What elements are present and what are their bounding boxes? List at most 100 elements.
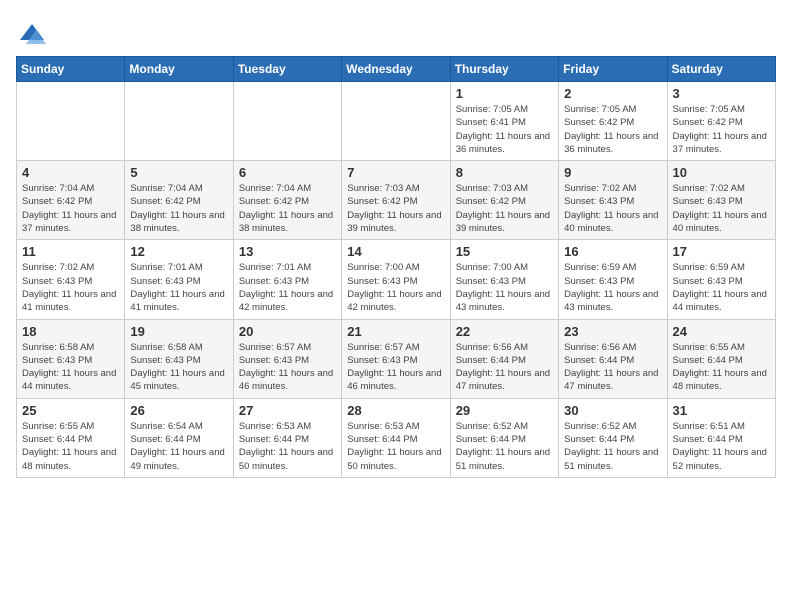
day-info: Sunrise: 6:59 AMSunset: 6:43 PMDaylight:…: [564, 261, 661, 314]
day-number: 7: [347, 165, 444, 180]
day-info: Sunrise: 6:57 AMSunset: 6:43 PMDaylight:…: [239, 341, 336, 394]
calendar-cell: 12 Sunrise: 7:01 AMSunset: 6:43 PMDayligh…: [125, 240, 233, 319]
day-info: Sunrise: 6:56 AMSunset: 6:44 PMDaylight:…: [456, 341, 553, 394]
calendar-header-tuesday: Tuesday: [233, 57, 341, 82]
day-number: 4: [22, 165, 119, 180]
day-number: 26: [130, 403, 227, 418]
calendar-cell: 7 Sunrise: 7:03 AMSunset: 6:42 PMDaylight…: [342, 161, 450, 240]
day-info: Sunrise: 7:02 AMSunset: 6:43 PMDaylight:…: [22, 261, 119, 314]
day-info: Sunrise: 7:04 AMSunset: 6:42 PMDaylight:…: [22, 182, 119, 235]
calendar-table: SundayMondayTuesdayWednesdayThursdayFrid…: [16, 56, 776, 478]
calendar-week-row: 4 Sunrise: 7:04 AMSunset: 6:42 PMDaylight…: [17, 161, 776, 240]
day-info: Sunrise: 7:02 AMSunset: 6:43 PMDaylight:…: [564, 182, 661, 235]
day-number: 29: [456, 403, 553, 418]
day-info: Sunrise: 7:01 AMSunset: 6:43 PMDaylight:…: [239, 261, 336, 314]
calendar-cell: 2 Sunrise: 7:05 AMSunset: 6:42 PMDaylight…: [559, 82, 667, 161]
calendar-cell: 8 Sunrise: 7:03 AMSunset: 6:42 PMDaylight…: [450, 161, 558, 240]
day-number: 12: [130, 244, 227, 259]
calendar-cell: 30 Sunrise: 6:52 AMSunset: 6:44 PMDayligh…: [559, 398, 667, 477]
day-number: 19: [130, 324, 227, 339]
calendar-cell: 23 Sunrise: 6:56 AMSunset: 6:44 PMDayligh…: [559, 319, 667, 398]
calendar-cell: 21 Sunrise: 6:57 AMSunset: 6:43 PMDayligh…: [342, 319, 450, 398]
day-info: Sunrise: 6:57 AMSunset: 6:43 PMDaylight:…: [347, 341, 444, 394]
day-info: Sunrise: 6:56 AMSunset: 6:44 PMDaylight:…: [564, 341, 661, 394]
calendar-cell: 14 Sunrise: 7:00 AMSunset: 6:43 PMDayligh…: [342, 240, 450, 319]
calendar-cell: 18 Sunrise: 6:58 AMSunset: 6:43 PMDayligh…: [17, 319, 125, 398]
day-info: Sunrise: 7:00 AMSunset: 6:43 PMDaylight:…: [347, 261, 444, 314]
day-number: 1: [456, 86, 553, 101]
day-number: 8: [456, 165, 553, 180]
day-info: Sunrise: 6:59 AMSunset: 6:43 PMDaylight:…: [673, 261, 770, 314]
calendar-cell: 9 Sunrise: 7:02 AMSunset: 6:43 PMDaylight…: [559, 161, 667, 240]
calendar-cell: 29 Sunrise: 6:52 AMSunset: 6:44 PMDayligh…: [450, 398, 558, 477]
day-number: 16: [564, 244, 661, 259]
calendar-week-row: 25Sunrise: 6:55 AMSunset: 6:44 PMDayligh…: [17, 398, 776, 477]
day-info: Sunrise: 7:02 AMSunset: 6:43 PMDaylight:…: [673, 182, 770, 235]
calendar-cell: 25Sunrise: 6:55 AMSunset: 6:44 PMDayligh…: [17, 398, 125, 477]
logo-icon: [18, 20, 46, 48]
day-number: 2: [564, 86, 661, 101]
calendar-cell: 20Sunrise: 6:57 AMSunset: 6:43 PMDayligh…: [233, 319, 341, 398]
day-info: Sunrise: 6:55 AMSunset: 6:44 PMDaylight:…: [673, 341, 770, 394]
day-number: 17: [673, 244, 770, 259]
day-info: Sunrise: 6:58 AMSunset: 6:43 PMDaylight:…: [22, 341, 119, 394]
calendar-week-row: 18 Sunrise: 6:58 AMSunset: 6:43 PMDayligh…: [17, 319, 776, 398]
day-number: 5: [130, 165, 227, 180]
day-info: Sunrise: 6:58 AMSunset: 6:43 PMDaylight:…: [130, 341, 227, 394]
calendar-cell: 6Sunrise: 7:04 AMSunset: 6:42 PMDaylight…: [233, 161, 341, 240]
day-number: 10: [673, 165, 770, 180]
day-info: Sunrise: 6:52 AMSunset: 6:44 PMDaylight:…: [456, 420, 553, 473]
day-number: 18: [22, 324, 119, 339]
day-number: 3: [673, 86, 770, 101]
day-info: Sunrise: 6:53 AMSunset: 6:44 PMDaylight:…: [239, 420, 336, 473]
day-info: Sunrise: 7:05 AMSunset: 6:42 PMDaylight:…: [673, 103, 770, 156]
day-number: 23: [564, 324, 661, 339]
day-number: 21: [347, 324, 444, 339]
day-number: 11: [22, 244, 119, 259]
day-info: Sunrise: 7:03 AMSunset: 6:42 PMDaylight:…: [456, 182, 553, 235]
day-info: Sunrise: 7:03 AMSunset: 6:42 PMDaylight:…: [347, 182, 444, 235]
day-info: Sunrise: 7:04 AMSunset: 6:42 PMDaylight:…: [239, 182, 336, 235]
calendar-cell: 31Sunrise: 6:51 AMSunset: 6:44 PMDayligh…: [667, 398, 775, 477]
calendar-cell: 13Sunrise: 7:01 AMSunset: 6:43 PMDayligh…: [233, 240, 341, 319]
day-info: Sunrise: 6:53 AMSunset: 6:44 PMDaylight:…: [347, 420, 444, 473]
calendar-cell: 26 Sunrise: 6:54 AMSunset: 6:44 PMDayligh…: [125, 398, 233, 477]
day-info: Sunrise: 7:01 AMSunset: 6:43 PMDaylight:…: [130, 261, 227, 314]
day-info: Sunrise: 6:54 AMSunset: 6:44 PMDaylight:…: [130, 420, 227, 473]
day-number: 22: [456, 324, 553, 339]
day-info: Sunrise: 7:04 AMSunset: 6:42 PMDaylight:…: [130, 182, 227, 235]
calendar-cell: 22 Sunrise: 6:56 AMSunset: 6:44 PMDayligh…: [450, 319, 558, 398]
calendar-header-friday: Friday: [559, 57, 667, 82]
day-number: 28: [347, 403, 444, 418]
calendar-header-monday: Monday: [125, 57, 233, 82]
calendar-cell: 5 Sunrise: 7:04 AMSunset: 6:42 PMDaylight…: [125, 161, 233, 240]
calendar-cell: 16 Sunrise: 6:59 AMSunset: 6:43 PMDayligh…: [559, 240, 667, 319]
calendar-week-row: 11 Sunrise: 7:02 AMSunset: 6:43 PMDayligh…: [17, 240, 776, 319]
calendar-cell: 24 Sunrise: 6:55 AMSunset: 6:44 PMDayligh…: [667, 319, 775, 398]
day-info: Sunrise: 7:05 AMSunset: 6:42 PMDaylight:…: [564, 103, 661, 156]
calendar-cell: 17 Sunrise: 6:59 AMSunset: 6:43 PMDayligh…: [667, 240, 775, 319]
day-number: 14: [347, 244, 444, 259]
calendar-cell: [17, 82, 125, 161]
calendar-header-sunday: Sunday: [17, 57, 125, 82]
day-number: 30: [564, 403, 661, 418]
day-number: 15: [456, 244, 553, 259]
logo: [16, 20, 46, 48]
day-number: 31: [673, 403, 770, 418]
calendar-cell: 28 Sunrise: 6:53 AMSunset: 6:44 PMDayligh…: [342, 398, 450, 477]
page-header: [16, 16, 776, 48]
calendar-cell: [233, 82, 341, 161]
calendar-header-wednesday: Wednesday: [342, 57, 450, 82]
day-number: 9: [564, 165, 661, 180]
calendar-cell: 10 Sunrise: 7:02 AMSunset: 6:43 PMDayligh…: [667, 161, 775, 240]
calendar-cell: 4 Sunrise: 7:04 AMSunset: 6:42 PMDaylight…: [17, 161, 125, 240]
calendar-cell: 11 Sunrise: 7:02 AMSunset: 6:43 PMDayligh…: [17, 240, 125, 319]
calendar-cell: [342, 82, 450, 161]
calendar-cell: 3 Sunrise: 7:05 AMSunset: 6:42 PMDaylight…: [667, 82, 775, 161]
day-number: 24: [673, 324, 770, 339]
day-number: 27: [239, 403, 336, 418]
calendar-week-row: 1Sunrise: 7:05 AMSunset: 6:41 PMDaylight…: [17, 82, 776, 161]
day-info: Sunrise: 6:52 AMSunset: 6:44 PMDaylight:…: [564, 420, 661, 473]
calendar-cell: 1Sunrise: 7:05 AMSunset: 6:41 PMDaylight…: [450, 82, 558, 161]
calendar-header-row: SundayMondayTuesdayWednesdayThursdayFrid…: [17, 57, 776, 82]
